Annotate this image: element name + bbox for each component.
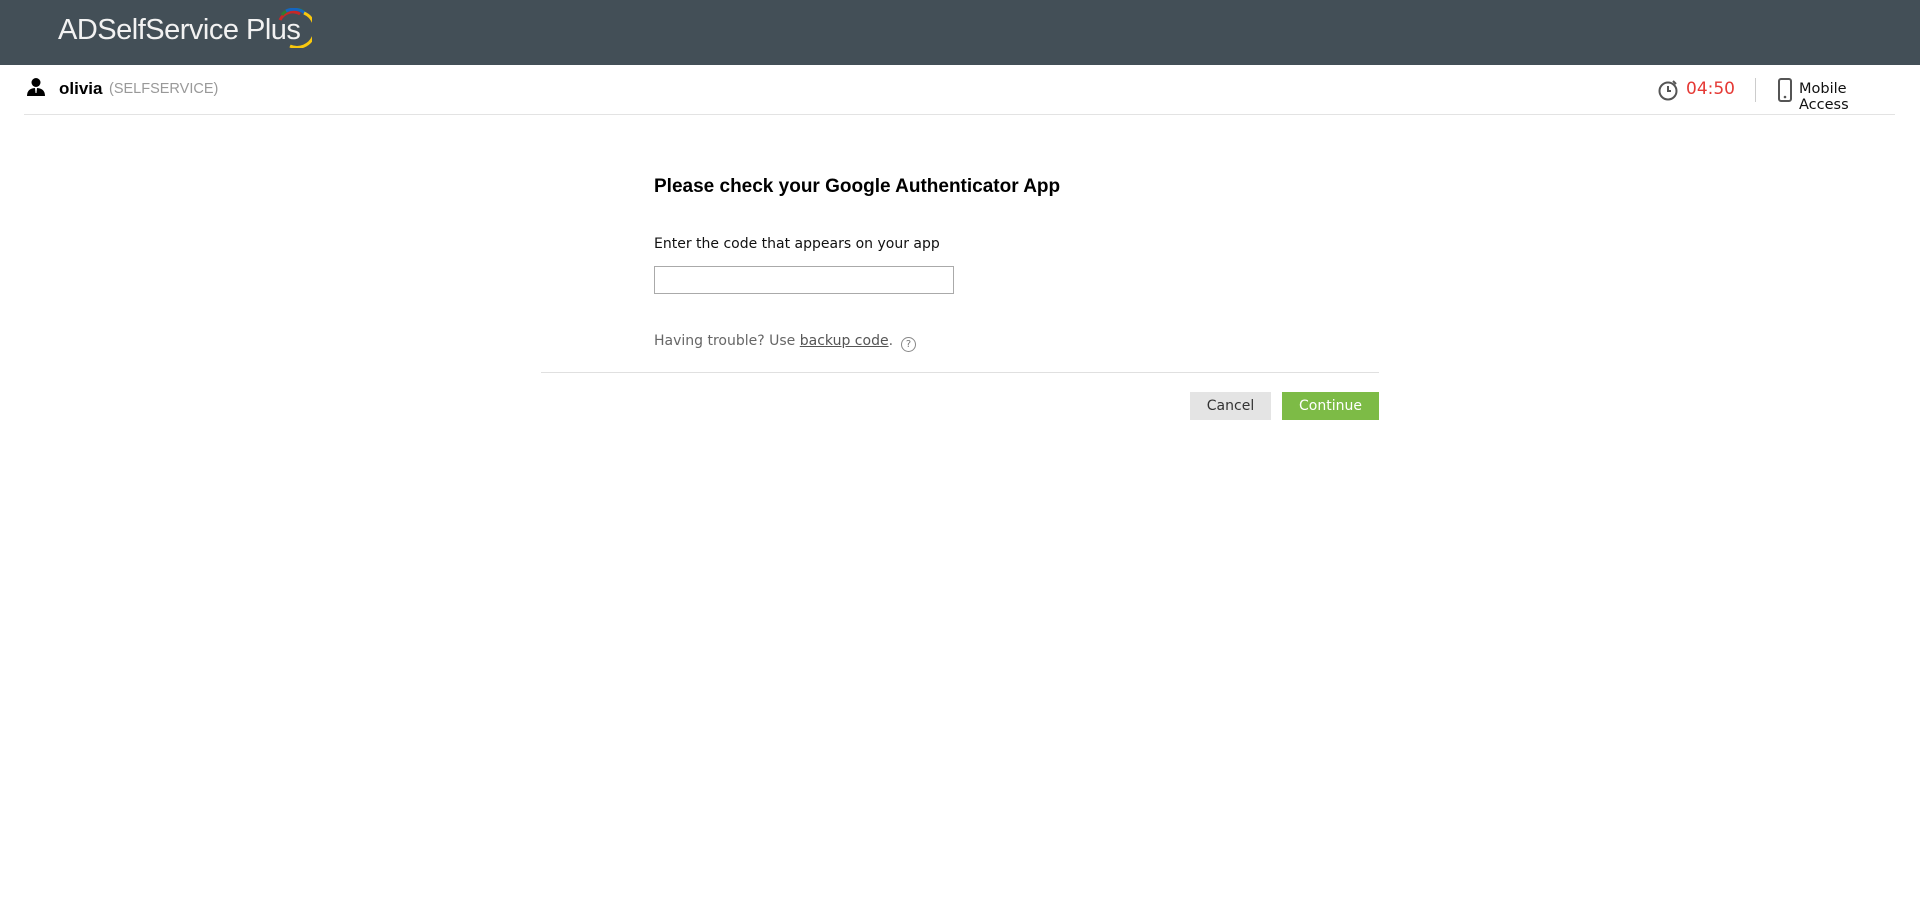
session-timer: 04:50 (1686, 79, 1735, 99)
mobile-icon[interactable] (1778, 78, 1792, 102)
divider (1755, 78, 1756, 102)
app-logo: ADSelfService Plus (58, 8, 312, 48)
trouble-text: Having trouble? Use backup code.? (654, 333, 917, 352)
top-header: ADSelfService Plus (0, 0, 1920, 65)
clock-icon (1658, 80, 1678, 101)
page-title: Please check your Google Authenticator A… (654, 176, 1061, 197)
continue-button[interactable]: Continue (1282, 392, 1379, 420)
code-label: Enter the code that appears on your app (654, 236, 940, 252)
user-bar: olivia (SELFSERVICE) 04:50 Mobile Access (24, 65, 1895, 115)
logo-arcs-icon (278, 8, 312, 48)
verification-code-input[interactable] (654, 266, 954, 294)
user-domain: (SELFSERVICE) (109, 81, 219, 97)
cancel-button[interactable]: Cancel (1190, 392, 1271, 420)
trouble-label: Having trouble? Use (654, 333, 800, 349)
app-name: ADSelfService Plus (58, 14, 301, 46)
user-icon (27, 78, 45, 96)
mobile-access-link[interactable]: Mobile Access (1799, 81, 1895, 113)
help-icon[interactable]: ? (901, 337, 917, 352)
form-divider (541, 372, 1379, 373)
backup-code-link[interactable]: backup code (800, 333, 889, 349)
username: olivia (59, 79, 103, 98)
trouble-end: . (888, 333, 894, 349)
